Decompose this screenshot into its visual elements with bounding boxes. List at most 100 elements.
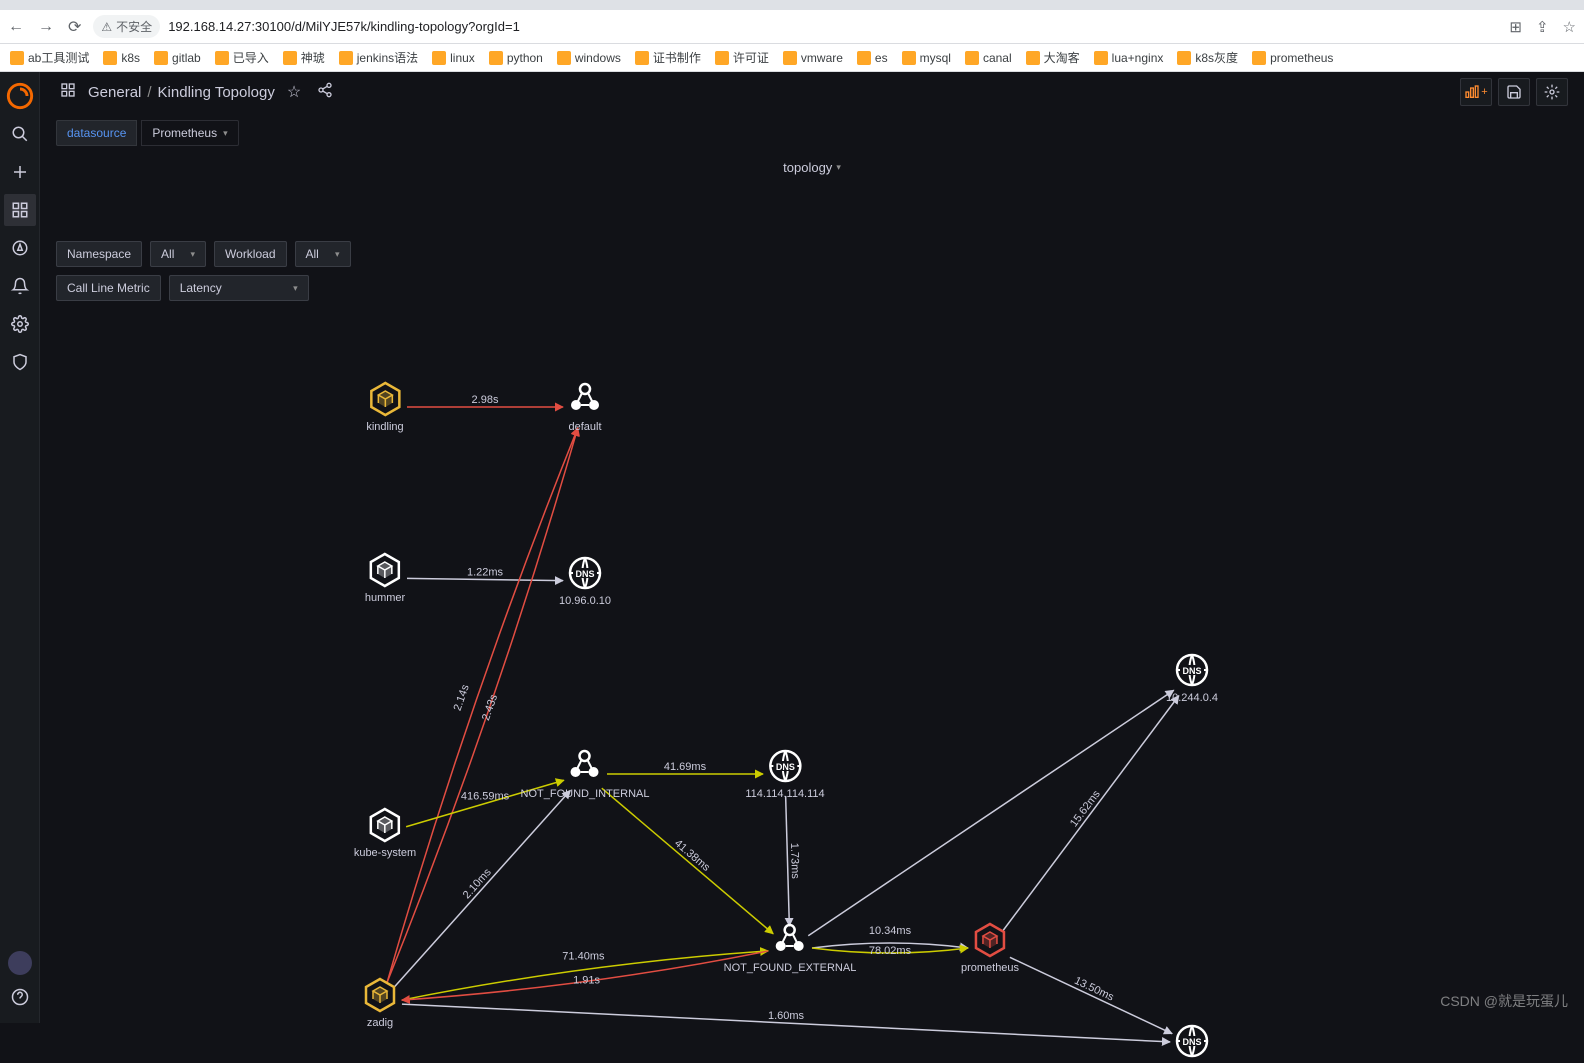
bookmark-item[interactable]: 大淘客 (1026, 49, 1080, 66)
edge-label: 416.59ms (461, 791, 510, 803)
bookmark-item[interactable]: k8s灰度 (1177, 49, 1238, 66)
help-icon[interactable] (4, 981, 36, 1013)
share-dashboard-icon[interactable] (313, 78, 337, 107)
topology-edge[interactable] (1010, 957, 1172, 1033)
node-label: kindling (366, 421, 403, 433)
topology-node-dns2[interactable]: DNS114.114.114.114 (745, 748, 824, 800)
workload-select[interactable]: All▾ (295, 241, 351, 267)
topology-edge[interactable] (387, 428, 578, 982)
forward-button[interactable]: → (38, 18, 54, 36)
edge-label: 1.60ms (768, 1010, 805, 1022)
bookmark-item[interactable]: 证书制作 (635, 49, 701, 66)
config-icon[interactable] (4, 308, 36, 340)
topology-node-nfi[interactable]: NOT_FOUND_INTERNAL (521, 748, 650, 800)
add-panel-button[interactable]: + (1460, 78, 1492, 106)
topology-edge[interactable] (407, 578, 563, 580)
topology-node-dns4[interactable]: DNS (1174, 1023, 1210, 1063)
browser-chrome: ← → ⟳ ⚠ 不安全 192.168.14.27:30100/d/MilYJE… (0, 0, 1584, 72)
favorite-star-icon[interactable]: ☆ (283, 78, 305, 106)
search-icon[interactable] (4, 118, 36, 150)
bookmark-item[interactable]: vmware (783, 51, 843, 65)
share-icon[interactable]: ⇪ (1536, 18, 1549, 36)
dashboards-icon[interactable] (4, 194, 36, 226)
bookmark-item[interactable]: k8s (103, 51, 140, 65)
topology-node-prometheus[interactable]: prometheus (961, 922, 1019, 974)
security-badge[interactable]: ⚠ 不安全 (93, 15, 160, 38)
save-button[interactable] (1498, 78, 1530, 106)
bookmark-item[interactable]: lua+nginx (1094, 51, 1164, 65)
bookmark-item[interactable]: jenkins语法 (339, 49, 418, 66)
back-button[interactable]: ← (8, 18, 24, 36)
folder-icon (154, 51, 168, 65)
folder-icon (103, 51, 117, 65)
topology-edge[interactable] (387, 428, 578, 982)
metric-select[interactable]: Latency▾ (169, 275, 309, 301)
topology-graph[interactable]: Namespace All▾ Workload All▾ Call Line M… (40, 181, 1584, 1023)
node-label: kube-system (354, 847, 416, 859)
edge-label: 41.69ms (664, 761, 707, 773)
bookmark-label: jenkins语法 (357, 49, 418, 66)
datasource-select[interactable]: Prometheus ▾ (141, 120, 238, 146)
topology-node-dns1[interactable]: DNS10.96.0.10 (559, 555, 611, 607)
dns-icon: DNS (767, 748, 803, 784)
translate-icon[interactable]: ⊞ (1509, 18, 1522, 36)
explore-icon[interactable] (4, 232, 36, 264)
bookmark-label: prometheus (1270, 51, 1333, 65)
folder-icon (635, 51, 649, 65)
bookmark-label: 大淘客 (1044, 49, 1080, 66)
topology-node-zadig[interactable]: zadig (362, 977, 398, 1029)
bookmark-star-icon[interactable]: ☆ (1563, 18, 1576, 36)
bookmark-item[interactable]: 神琥 (283, 49, 325, 66)
topology-edge[interactable] (808, 690, 1173, 935)
hex-icon (367, 381, 403, 417)
topology-node-dns3[interactable]: DNS10.244.0.4 (1166, 652, 1218, 704)
breadcrumb: General / Kindling Topology (88, 84, 275, 101)
bookmark-item[interactable]: python (489, 51, 543, 65)
bookmark-item[interactable]: ab工具测试 (10, 49, 89, 66)
user-avatar[interactable] (8, 951, 32, 975)
topology-node-hummer[interactable]: hummer (365, 552, 405, 604)
edge-label: 1.22ms (467, 567, 504, 579)
workload-value: All (306, 247, 319, 261)
panel-title[interactable]: topology ▾ (40, 154, 1584, 181)
hex-icon (972, 922, 1008, 958)
reload-button[interactable]: ⟳ (68, 17, 81, 37)
cluster-icon (772, 922, 808, 958)
dashboard-grid-icon[interactable] (56, 78, 80, 107)
topology-node-nfe[interactable]: NOT_FOUND_EXTERNAL (724, 922, 857, 974)
namespace-value: All (161, 247, 174, 261)
bookmark-label: es (875, 51, 888, 65)
topology-edge[interactable] (395, 790, 571, 986)
url-text[interactable]: 192.168.14.27:30100/d/MilYJE57k/kindling… (168, 19, 520, 34)
bookmark-item[interactable]: linux (432, 51, 475, 65)
hex-icon (367, 807, 403, 843)
add-icon[interactable] (4, 156, 36, 188)
bookmark-item[interactable]: canal (965, 51, 1012, 65)
settings-button[interactable] (1536, 78, 1568, 106)
bookmark-item[interactable]: 已导入 (215, 49, 269, 66)
bookmark-item[interactable]: mysql (902, 51, 951, 65)
topology-edge[interactable] (602, 788, 773, 934)
bookmark-item[interactable]: gitlab (154, 51, 201, 65)
bookmark-item[interactable]: windows (557, 51, 621, 65)
folder-icon (1252, 51, 1266, 65)
alerting-icon[interactable] (4, 270, 36, 302)
edge-label: 41.38ms (672, 837, 712, 874)
bookmark-item[interactable]: prometheus (1252, 51, 1333, 65)
topology-edge[interactable] (1003, 696, 1179, 931)
edge-label: 10.34ms (869, 925, 912, 937)
bookmark-item[interactable]: es (857, 51, 888, 65)
admin-icon[interactable] (4, 346, 36, 378)
breadcrumb-dashboard[interactable]: Kindling Topology (158, 84, 275, 101)
node-label: 10.244.0.4 (1166, 692, 1218, 704)
namespace-select[interactable]: All▾ (150, 241, 206, 267)
breadcrumb-folder[interactable]: General (88, 84, 141, 101)
dns-icon: DNS (567, 555, 603, 591)
grafana-logo[interactable] (4, 80, 36, 112)
topology-node-kube[interactable]: kube-system (354, 807, 416, 859)
topology-node-default[interactable]: default (567, 381, 603, 433)
folder-icon (783, 51, 797, 65)
bookmark-item[interactable]: 许可证 (715, 49, 769, 66)
topology-node-kindling[interactable]: kindling (366, 381, 403, 433)
tab-bar (0, 0, 1584, 10)
